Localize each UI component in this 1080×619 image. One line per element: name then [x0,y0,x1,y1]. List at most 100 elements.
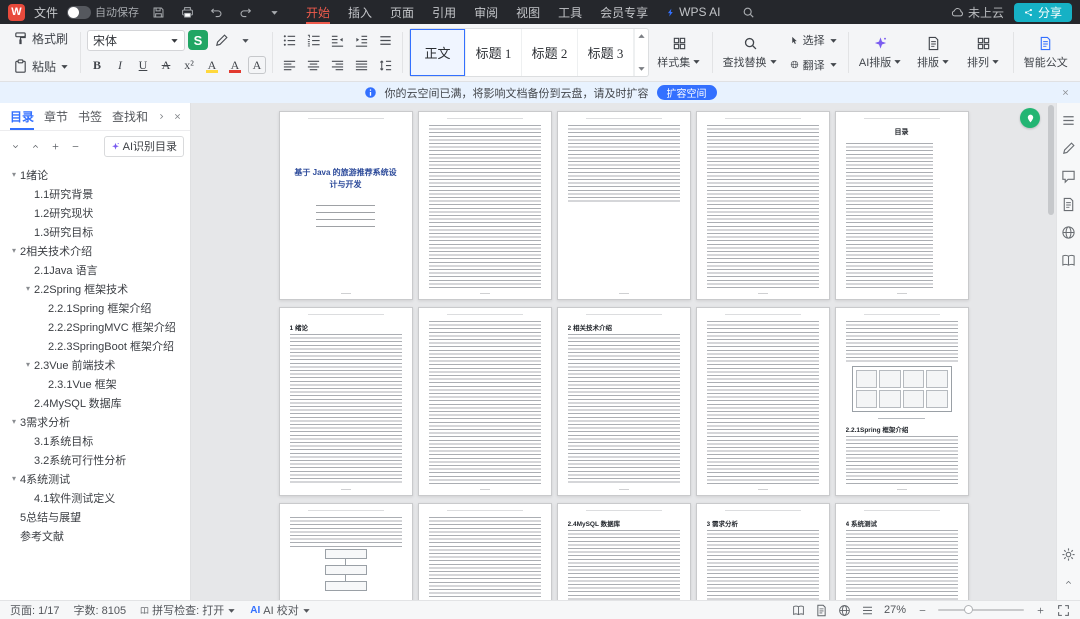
locate-button[interactable] [1020,108,1040,128]
outline-item[interactable]: 2.4MySQL 数据库 [2,393,188,412]
tab-references[interactable]: 引用 [423,0,465,24]
outline-item[interactable]: 参考文献 [2,526,188,545]
tab-member-exclusive[interactable]: 会员专享 [591,0,657,24]
outline-panel-icon[interactable] [1061,113,1076,128]
document-map-icon[interactable] [1061,197,1076,212]
zoom-in-outline-button[interactable] [46,137,64,155]
share-button[interactable]: 分享 [1013,2,1072,22]
pane-close-icon[interactable] [169,109,185,125]
zoom-slider[interactable] [938,605,1024,614]
fullscreen-icon[interactable] [1056,603,1070,617]
paste-button[interactable]: 粘贴 [8,56,74,77]
print-icon[interactable] [177,3,197,21]
outline-caret-icon[interactable]: ▾ [8,417,20,426]
page-thumbnail-14[interactable]: 3 需求分析 [695,503,830,600]
page-thumbnail-8[interactable]: 2 相关技术介绍 [556,307,691,496]
translate-button[interactable]: 翻译 [786,56,842,74]
arrange-button[interactable]: 排列 [961,27,1007,78]
select-button[interactable]: 选择 [786,31,842,49]
page-thumbnail-2[interactable] [417,111,552,300]
outline-view-icon[interactable] [861,603,875,617]
page-thumbnail-9[interactable] [695,307,830,496]
italic-button[interactable]: I [110,55,130,75]
outline-item[interactable]: 2.3.1Vue 框架 [2,374,188,393]
ai-proofread-status[interactable]: AI AI 校对 [250,602,310,618]
ai-recognize-toc-button[interactable]: AI识别目录 [103,135,185,157]
outline-item[interactable]: ▾ 3需求分析 [2,412,188,431]
outline-caret-icon[interactable]: ▾ [8,246,20,255]
outline-item[interactable]: 2.1Java 语言 [2,260,188,279]
page-thumbnail-13[interactable]: 2.4MySQL 数据库 [556,503,691,600]
pane-tab-chapters[interactable]: 章节 [39,103,73,130]
strikethrough-button[interactable]: A [156,55,176,75]
outline-item[interactable]: 3.1系统目标 [2,431,188,450]
highlight-color-button[interactable]: A [202,55,222,75]
read-mode-icon[interactable] [792,603,806,617]
underline-button[interactable]: U [133,55,153,75]
outline-caret-icon[interactable]: ▾ [22,284,34,293]
style-normal[interactable]: 正文 [410,29,467,76]
page-thumbnail-3[interactable] [556,111,691,300]
style-gallery-scroll[interactable] [634,29,648,76]
outline-item[interactable]: 4.1软件测试定义 [2,488,188,507]
tab-tools[interactable]: 工具 [549,0,591,24]
s-plugin-icon[interactable]: S [188,30,209,50]
clear-format-icon[interactable] [211,30,232,51]
outline-item[interactable]: 3.2系统可行性分析 [2,450,188,469]
notification-close-icon[interactable] [1058,85,1072,99]
pane-tab-toc[interactable]: 目录 [5,103,39,130]
tab-home[interactable]: 开始 [297,0,339,24]
more-font-tools-icon[interactable] [235,30,256,51]
vertical-scrollbar[interactable] [1047,105,1055,598]
paragraph-settings-icon[interactable] [375,30,396,51]
decrease-indent-icon[interactable] [327,30,348,51]
outline-caret-icon[interactable]: ▾ [8,474,20,483]
tab-review[interactable]: 审阅 [465,0,507,24]
smart-document-button[interactable]: 智能公文 [1020,27,1072,78]
word-count[interactable]: 字数: 8105 [74,602,127,618]
collapse-all-button[interactable] [6,137,24,155]
tab-insert[interactable]: 插入 [339,0,381,24]
find-replace-button[interactable]: 查找替换 [719,27,782,78]
edit-panel-icon[interactable] [1061,141,1076,156]
outline-item[interactable]: ▾ 4系统测试 [2,469,188,488]
page-thumbnail-12[interactable] [417,503,552,600]
bold-button[interactable]: B [87,55,107,75]
quick-access-caret-icon[interactable] [264,3,284,21]
reference-panel-icon[interactable] [1061,253,1076,268]
zoom-in-icon[interactable] [1033,603,1047,617]
search-icon[interactable] [738,3,758,21]
outline-item[interactable]: 2.2.1Spring 框架介绍 [2,298,188,317]
comment-panel-icon[interactable] [1061,169,1076,184]
zoom-out-icon[interactable] [915,603,929,617]
spellcheck-status[interactable]: 拼写检查: 打开 [140,602,236,618]
wps-logo[interactable]: W [8,3,25,21]
style-heading-3[interactable]: 标题 3 [578,29,635,76]
outline-item[interactable]: 5总结与展望 [2,507,188,526]
outline-item[interactable]: ▾ 1绪论 [2,165,188,184]
outline-item[interactable]: 2.2.2SpringMVC 框架介绍 [2,317,188,336]
outline-item[interactable]: 1.3研究目标 [2,222,188,241]
expand-all-button[interactable] [26,137,44,155]
page-thumbnail-1[interactable]: 基于 Java 的旅游推荐系统设计与开发 [278,111,413,300]
scrollbar-thumb[interactable] [1048,105,1054,215]
format-painter-button[interactable]: 格式刷 [8,28,74,49]
tab-wps-ai[interactable]: WPS AI [657,0,729,24]
page-indicator[interactable]: 页面: 1/17 [10,602,60,618]
outline-item[interactable]: ▾ 2.3Vue 前端技术 [2,355,188,374]
character-shading-button[interactable]: A [248,56,267,74]
outline-item[interactable]: 1.1研究背景 [2,184,188,203]
align-left-icon[interactable] [279,55,300,76]
superscript-button[interactable]: x² [179,55,199,75]
outline-item[interactable]: 2.2.3SpringBoot 框架介绍 [2,336,188,355]
font-family-select[interactable]: 宋体 [87,29,186,51]
translate-panel-icon[interactable] [1061,225,1076,240]
increase-indent-icon[interactable] [351,30,372,51]
scroll-top-icon[interactable] [1061,575,1076,590]
align-justify-icon[interactable] [351,55,372,76]
expand-storage-button[interactable]: 扩容空间 [656,85,717,100]
style-heading-1[interactable]: 标题 1 [466,29,523,76]
align-center-icon[interactable] [303,55,324,76]
page-thumbnail-15[interactable]: 4 系统测试 [834,503,969,600]
bullet-list-icon[interactable] [279,30,300,51]
